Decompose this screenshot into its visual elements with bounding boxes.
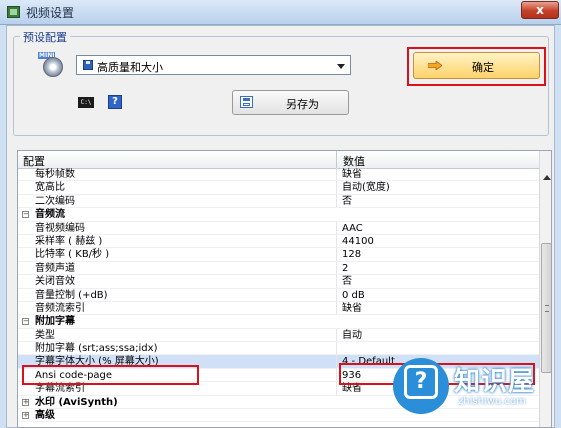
property-value[interactable]: 自动 — [342, 329, 362, 342]
property-row[interactable]: 音视频编码 AAC — [18, 221, 539, 235]
collapse-icon[interactable]: − — [22, 211, 29, 219]
save-as-button[interactable]: 另存为 — [232, 90, 349, 115]
property-name: 音量控制 (+dB) — [35, 289, 108, 301]
highlight-font-size-name — [22, 365, 199, 385]
property-row[interactable]: 音频流索引 缺省 — [18, 301, 539, 316]
property-name: 音频流索引 — [35, 302, 85, 314]
property-value[interactable]: 否 — [342, 275, 352, 288]
column-divider — [336, 368, 337, 382]
property-value[interactable]: 缺省 — [342, 302, 362, 315]
column-divider — [336, 248, 337, 261]
arrow-right-icon — [428, 61, 442, 70]
property-name: 类型 — [35, 329, 55, 341]
watermark-brand: 知识屋 — [454, 367, 536, 397]
column-divider — [336, 275, 337, 288]
column-divider[interactable] — [336, 151, 337, 168]
property-name: 水印 (AviSynth) — [35, 396, 118, 408]
column-header-config[interactable]: 配置 — [23, 153, 45, 169]
property-name: 音频流 — [35, 209, 65, 221]
question-icon: ? — [404, 365, 438, 399]
floppy-icon — [83, 60, 93, 70]
chevron-down-icon — [337, 64, 345, 69]
property-row[interactable]: 关闭音效 否 — [18, 275, 539, 289]
property-name: 音视频编码 — [35, 222, 85, 234]
column-divider — [336, 261, 337, 275]
property-name: 二次编码 — [35, 195, 75, 207]
column-divider — [336, 328, 337, 342]
expand-icon[interactable]: + — [22, 398, 29, 406]
property-row[interactable]: 采样率 ( 赫兹 ) 44100 — [18, 234, 539, 249]
command-prompt-icon[interactable]: C:\ — [78, 97, 94, 108]
property-value[interactable]: 0 dB — [342, 289, 365, 302]
property-name: 采样率 ( 赫兹 ) — [35, 235, 103, 247]
property-value[interactable]: AAC — [342, 222, 363, 235]
property-name: 附加字幕 (srt;ass;ssa;idx) — [35, 343, 158, 355]
disc-icon — [43, 57, 63, 77]
property-name: 比特率 ( KB/秒 ) — [35, 249, 110, 261]
window-title: 视频设置 — [26, 6, 75, 20]
property-row[interactable]: 类型 自动 — [18, 328, 539, 343]
scrollbar-thumb[interactable] — [541, 243, 551, 373]
column-divider — [336, 234, 337, 248]
preset-dropdown[interactable]: 高质量和大小 — [76, 55, 351, 75]
property-value[interactable]: 44100 — [342, 235, 374, 248]
property-name: 高级 — [35, 410, 55, 422]
save-icon — [240, 96, 253, 108]
column-divider — [336, 221, 337, 234]
watermark-domain: zhishiwu.com — [458, 396, 526, 407]
property-row[interactable]: 二次编码 否 — [18, 194, 539, 209]
property-name: 附加字幕 — [35, 316, 75, 328]
property-value[interactable]: 2 — [342, 262, 348, 275]
column-header-value[interactable]: 数值 — [343, 153, 365, 169]
column-divider — [336, 288, 337, 301]
property-row[interactable]: 每秒帧数 缺省 — [18, 168, 539, 182]
property-name: 关闭音效 — [35, 276, 75, 288]
property-value[interactable]: 否 — [342, 195, 352, 208]
expand-icon[interactable]: + — [22, 412, 29, 420]
column-divider — [336, 355, 337, 368]
property-value[interactable]: 缺省 — [342, 168, 362, 181]
property-row[interactable]: 音频声道 2 — [18, 261, 539, 276]
column-divider — [336, 194, 337, 208]
column-divider — [336, 181, 337, 194]
ok-button[interactable]: 确定 — [413, 52, 540, 79]
property-row[interactable]: 附加字幕 (srt;ass;ssa;idx) — [18, 342, 539, 356]
scroll-up-icon[interactable] — [543, 175, 551, 180]
column-divider — [336, 342, 337, 355]
column-divider — [336, 382, 337, 395]
category-row[interactable]: − 附加字幕 — [18, 315, 539, 329]
column-divider — [336, 301, 337, 315]
window-titlebar: 视频设置 x — [0, 0, 561, 25]
category-row[interactable]: − 音频流 — [18, 208, 539, 222]
preset-disc-icon: MINI — [38, 52, 64, 78]
property-value[interactable]: 自动(宽度) — [342, 181, 390, 194]
save-as-label: 另存为 — [286, 98, 319, 111]
property-row[interactable]: 音量控制 (+dB) 0 dB — [18, 288, 539, 302]
close-button[interactable]: x — [521, 1, 559, 19]
property-name: 每秒帧数 — [35, 169, 75, 180]
property-name: 音频声道 — [35, 262, 75, 274]
property-value[interactable]: 128 — [342, 248, 361, 261]
watermark: ? 知识屋 zhishiwu.com — [388, 355, 561, 415]
app-icon — [7, 6, 20, 18]
ok-button-label: 确定 — [472, 61, 494, 74]
collapse-icon[interactable]: − — [22, 318, 29, 326]
preset-dropdown-value: 高质量和大小 — [97, 61, 163, 74]
property-row[interactable]: 比特率 ( KB/秒 ) 128 — [18, 248, 539, 262]
grid-header: 配置 数值 — [18, 151, 539, 169]
preset-group-label: 预设配置 — [20, 29, 70, 45]
help-icon[interactable]: ? — [108, 95, 122, 109]
column-divider — [336, 168, 337, 181]
property-row[interactable]: 宽高比 自动(宽度) — [18, 181, 539, 195]
property-name: 宽高比 — [35, 182, 65, 194]
grip-icon — [545, 305, 549, 312]
